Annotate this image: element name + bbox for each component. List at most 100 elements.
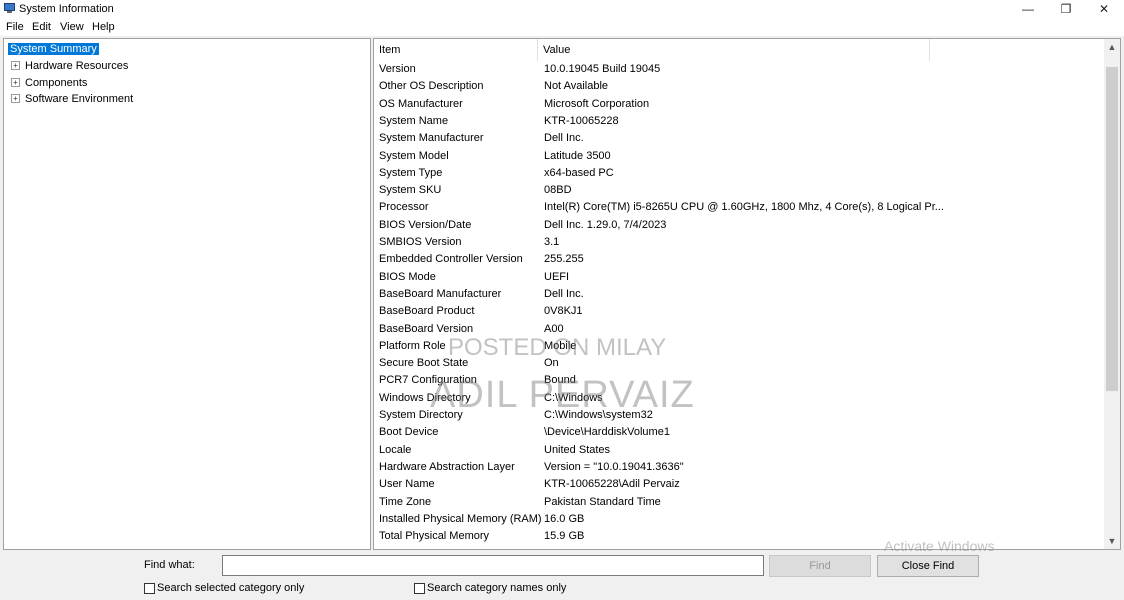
- row-item: BIOS Mode: [379, 270, 436, 283]
- tree-item-hardware-resources[interactable]: + Hardware Resources: [11, 58, 128, 73]
- row-item: Processor: [379, 201, 429, 214]
- row-value: 10.0.19045 Build 19045: [544, 63, 661, 75]
- tree-item-label: Hardware Resources: [25, 59, 129, 72]
- search-category-names-checkbox[interactable]: Search category names only: [414, 582, 566, 594]
- row-value: Dell Inc.: [544, 287, 584, 300]
- checkbox-label: Search category names only: [427, 582, 567, 594]
- category-tree[interactable]: System Summary + Hardware Resources + Co…: [3, 38, 371, 550]
- table-row[interactable]: System Manufacturer Dell Inc.: [374, 130, 1104, 147]
- checkbox-icon[interactable]: [414, 582, 425, 594]
- row-item: Total Physical Memory: [379, 530, 490, 543]
- tree-item-components[interactable]: + Components: [11, 75, 87, 90]
- scroll-up-icon[interactable]: ▲: [1104, 39, 1120, 55]
- row-item: Windows Directory: [379, 391, 471, 404]
- column-header-item[interactable]: Item: [374, 39, 538, 61]
- row-item: System Model: [379, 149, 449, 162]
- table-row[interactable]: Processor Intel(R) Core(TM) i5-8265U CPU …: [374, 199, 1104, 216]
- row-value: Not Available: [544, 80, 609, 93]
- row-item: Time Zone: [379, 495, 432, 508]
- close-window-button[interactable]: ✕: [1086, 0, 1122, 18]
- table-row[interactable]: System Model Latitude 3500: [374, 148, 1104, 165]
- table-row[interactable]: Total Physical Memory 15.9 GB: [374, 528, 1104, 545]
- table-row[interactable]: Version 10.0.19045 Build 19045: [374, 61, 1104, 78]
- row-value: 08BD: [544, 184, 572, 197]
- expand-icon[interactable]: +: [11, 94, 20, 103]
- row-item: OS Manufacturer: [379, 97, 463, 110]
- row-item: Other OS Description: [379, 80, 484, 93]
- menu-file[interactable]: File: [6, 21, 24, 33]
- table-row[interactable]: Platform Role Mobile: [374, 338, 1104, 355]
- row-value: 0V8KJ1: [544, 305, 583, 318]
- row-value: 3.1: [544, 236, 560, 248]
- table-row[interactable]: SMBIOS Version 3.1: [374, 234, 1104, 251]
- maximize-button[interactable]: ❐: [1048, 0, 1084, 18]
- find-input[interactable]: [222, 555, 764, 576]
- tree-item-software-environment[interactable]: + Software Environment: [11, 91, 133, 106]
- menu-bar: File Edit View Help: [0, 18, 1124, 36]
- table-row[interactable]: Installed Physical Memory (RAM) 16.0 GB: [374, 511, 1104, 528]
- table-row[interactable]: System Name KTR-10065228: [374, 113, 1104, 130]
- table-row[interactable]: System Directory C:\Windows\system32: [374, 407, 1104, 424]
- row-item: System Directory: [379, 409, 463, 421]
- title-bar: System Information — ❐ ✕: [0, 0, 1124, 18]
- row-value: Version = "10.0.19041.3636": [544, 460, 684, 473]
- column-header-value[interactable]: Value: [538, 39, 930, 61]
- row-item: System Type: [379, 166, 443, 179]
- row-item: SMBIOS Version: [379, 236, 462, 248]
- table-row[interactable]: Time Zone Pakistan Standard Time: [374, 494, 1104, 511]
- table-row[interactable]: Embedded Controller Version 255.255: [374, 251, 1104, 268]
- row-item: Installed Physical Memory (RAM): [379, 512, 542, 525]
- tree-item-label: Components: [25, 76, 88, 89]
- table-row[interactable]: Secure Boot State On: [374, 355, 1104, 372]
- table-row[interactable]: Locale United States: [374, 442, 1104, 459]
- checkbox-icon[interactable]: [144, 582, 155, 594]
- table-row[interactable]: BaseBoard Version A00: [374, 321, 1104, 338]
- minimize-button[interactable]: —: [1010, 0, 1046, 18]
- table-row[interactable]: Windows Directory C:\Windows: [374, 390, 1104, 407]
- window-title: System Information: [19, 3, 114, 15]
- checkbox-label: Search selected category only: [157, 582, 305, 594]
- row-item: BaseBoard Manufacturer: [379, 287, 502, 300]
- table-row[interactable]: Hardware Abstraction Layer Version = "10.…: [374, 459, 1104, 476]
- table-row[interactable]: BaseBoard Product 0V8KJ1: [374, 303, 1104, 320]
- menu-edit[interactable]: Edit: [32, 21, 51, 33]
- close-find-button[interactable]: Close Find: [877, 555, 979, 577]
- summary-table[interactable]: Item Value Version 10.0.19045 Build 19045…: [373, 38, 1121, 550]
- menu-help[interactable]: Help: [92, 21, 115, 33]
- table-row[interactable]: System SKU 08BD: [374, 182, 1104, 199]
- table-row[interactable]: BIOS Version/Date Dell Inc. 1.29.0, 7/4/2…: [374, 217, 1104, 234]
- expand-icon[interactable]: +: [11, 78, 20, 87]
- row-item: Boot Device: [379, 426, 439, 439]
- close-icon: ✕: [1098, 2, 1110, 16]
- row-value: Intel(R) Core(TM) i5-8265U CPU @ 1.60GHz…: [544, 201, 944, 214]
- minimize-icon: —: [1022, 2, 1034, 16]
- vertical-scrollbar[interactable]: ▲ ▼: [1104, 39, 1120, 549]
- row-value: Mobile: [544, 339, 577, 352]
- row-item: User Name: [379, 478, 435, 491]
- table-row[interactable]: System Type x64-based PC: [374, 165, 1104, 182]
- row-value: KTR-10065228\Adil Pervaiz: [544, 478, 680, 491]
- row-item: PCR7 Configuration: [379, 374, 477, 387]
- tree-item-system-summary[interactable]: System Summary: [7, 41, 100, 56]
- table-row[interactable]: OS Manufacturer Microsoft Corporation: [374, 96, 1104, 113]
- row-value: Bound: [544, 374, 576, 387]
- find-button[interactable]: Find: [769, 555, 871, 577]
- table-row[interactable]: PCR7 Configuration Bound: [374, 372, 1104, 389]
- table-row[interactable]: User Name KTR-10065228\Adil Pervaiz: [374, 476, 1104, 493]
- scroll-thumb[interactable]: [1106, 67, 1118, 391]
- row-item: Locale: [379, 443, 412, 456]
- scroll-down-icon[interactable]: ▼: [1104, 533, 1120, 549]
- row-value: C:\Windows\system32: [544, 409, 653, 421]
- table-row[interactable]: Boot Device \Device\HarddiskVolume1: [374, 424, 1104, 441]
- row-item: BIOS Version/Date: [379, 218, 472, 231]
- table-row[interactable]: BaseBoard Manufacturer Dell Inc.: [374, 286, 1104, 303]
- table-row[interactable]: Other OS Description Not Available: [374, 78, 1104, 95]
- table-row[interactable]: BIOS Mode UEFI: [374, 269, 1104, 286]
- row-value: On: [544, 357, 559, 370]
- expand-icon[interactable]: +: [11, 61, 20, 70]
- search-selected-category-checkbox[interactable]: Search selected category only: [144, 582, 304, 594]
- menu-view[interactable]: View: [60, 21, 84, 33]
- find-label: Find what:: [144, 559, 195, 571]
- row-value: A00: [544, 322, 564, 335]
- tree-item-label: Software Environment: [25, 92, 134, 105]
